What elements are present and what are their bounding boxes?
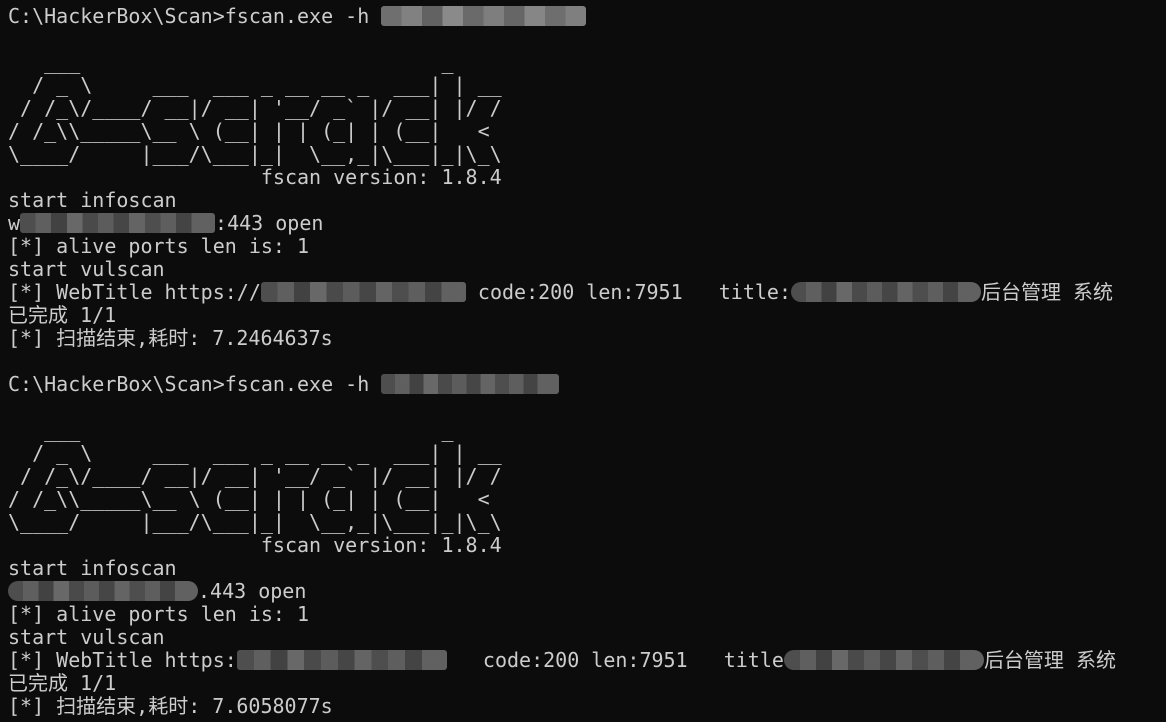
completed-line: 已完成 1/1 [8, 671, 117, 695]
start-infoscan-line: start infoscan [8, 188, 177, 212]
scan-done-line: [*] 扫描结束,耗时: 7.2464637s [8, 326, 333, 350]
fscan-ascii-banner: ___ _ / _ \ ___ ___ _ __ __ _ ___| | __ … [8, 418, 502, 534]
open-port-prefix: w [8, 211, 21, 235]
webtitle-suffix: 后台管理 系统 [983, 648, 1116, 672]
open-port-line: w :443 open [8, 212, 1166, 235]
scan-done-line: [*] 扫描结束,耗时: 7.6058077s [8, 694, 333, 718]
command-prompt-text: C:\HackerBox\Scan>fscan.exe -h [8, 4, 382, 28]
webtitle-prefix: [*] WebTitle https:// [8, 280, 261, 304]
webtitle-middle: code:200 len:7951 title: [465, 280, 791, 304]
open-port-line: .443 open [8, 580, 1166, 603]
command-prompt-text: C:\HackerBox\Scan>fscan.exe -h [8, 372, 382, 396]
command-prompt-line: C:\HackerBox\Scan>fscan.exe -h [8, 373, 1166, 396]
fscan-ascii-banner: ___ _ / _ \ ___ ___ _ __ __ _ ___| | __ … [8, 50, 502, 166]
redacted-title [790, 281, 981, 302]
alive-ports-line: [*] alive ports len is: 1 [8, 602, 310, 626]
redacted-host [8, 580, 198, 601]
redacted-host [20, 212, 216, 233]
fscan-version-line: fscan version: 1.8.4 [8, 533, 502, 557]
webtitle-middle: code:200 len:7951 title [446, 648, 784, 672]
alive-ports-line: [*] alive ports len is: 1 [8, 234, 310, 258]
start-vulscan-line: start vulscan [8, 257, 165, 281]
webtitle-suffix: 后台管理 系统 [980, 280, 1114, 304]
terminal-window[interactable]: C:\HackerBox\Scan>fscan.exe -h ___ _ / _… [0, 0, 1166, 722]
fscan-version-line: fscan version: 1.8.4 [8, 165, 502, 189]
open-port-suffix: .443 open [198, 579, 307, 603]
start-infoscan-line: start infoscan [8, 556, 177, 580]
redacted-title [783, 649, 984, 670]
command-prompt-line: C:\HackerBox\Scan>fscan.exe -h [8, 5, 1166, 28]
redacted-url [260, 281, 466, 302]
completed-line: 已完成 1/1 [8, 303, 117, 327]
open-port-suffix: :443 open [215, 211, 324, 235]
redacted-url [236, 649, 447, 670]
redacted-host [381, 373, 560, 394]
start-vulscan-line: start vulscan [8, 625, 165, 649]
webtitle-prefix: [*] WebTitle https: [8, 648, 237, 672]
webtitle-line: [*] WebTitle https: code:200 len:7951 ti… [8, 649, 1166, 672]
redacted-host [381, 5, 587, 26]
webtitle-line: [*] WebTitle https:// code:200 len:7951 … [8, 281, 1166, 304]
